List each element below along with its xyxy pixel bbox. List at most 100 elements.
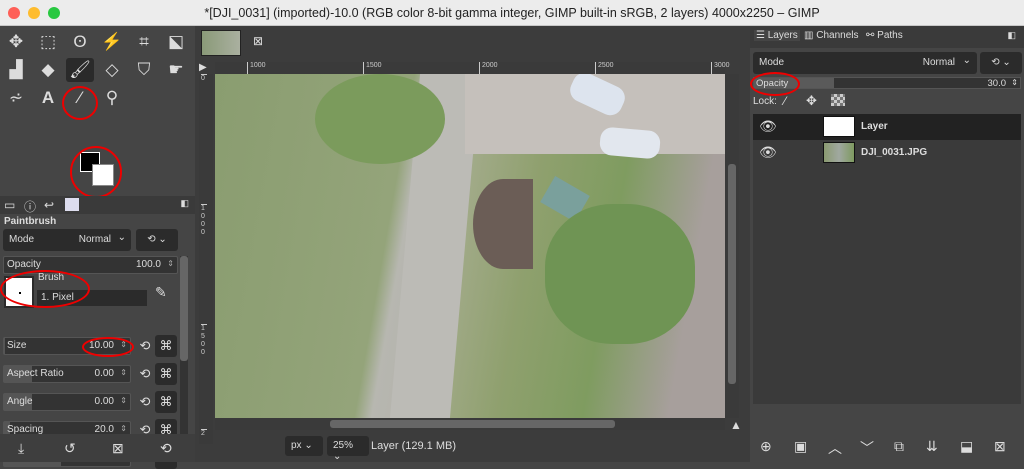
navigate-icon[interactable]: ▲ [730, 418, 742, 432]
unit-select[interactable]: px ⌄ [285, 436, 323, 456]
lower-layer-icon[interactable]: ﹀ [860, 438, 874, 458]
layer-thumbnail [823, 142, 855, 163]
angle-slider[interactable]: Angle 0.00 ⇕ [3, 393, 131, 411]
raise-layer-icon[interactable]: ︿ [828, 438, 842, 458]
bucket-fill-tool-icon[interactable]: ◆ [34, 58, 62, 82]
warp-tool-icon[interactable]: ▟ [2, 58, 30, 82]
spinner-icon[interactable]: ⇕ [120, 424, 127, 433]
ruler-tick-label: 0 [201, 74, 207, 83]
layer-mode-select[interactable]: Mode Normal ⌄ [753, 52, 977, 74]
opacity-value: 100.0 [135, 259, 161, 270]
reset-slider-icon[interactable]: ⟲ [134, 363, 156, 385]
zoom-tool-icon[interactable]: ⚲ [98, 86, 126, 110]
lock-position-icon[interactable]: ✥ [806, 93, 817, 109]
dock-tabs: ▭ ⓘ ↩ ◧ [0, 196, 195, 214]
duplicate-layer-icon[interactable]: ⧉ [894, 438, 904, 455]
slider-label: Aspect Ratio [7, 368, 64, 379]
merge-layer-icon[interactable]: ⇊ [926, 438, 938, 455]
ruler-tick-label: 2 [201, 429, 207, 438]
spinner-icon[interactable]: ⇕ [120, 396, 127, 405]
paintbrush-tool-icon[interactable]: 🖌 [66, 58, 94, 82]
horizontal-ruler[interactable]: 1000 1500 2000 2500 3000 [215, 62, 730, 74]
lasso-tool-icon[interactable]: ʘ [66, 30, 94, 54]
image-tab-thumbnail[interactable] [201, 30, 241, 56]
eraser-tool-icon[interactable]: ◇ [98, 58, 126, 82]
options-scrollbar[interactable] [180, 256, 188, 441]
dock-menu-icon[interactable]: ◧ [1007, 30, 1016, 41]
text-tool-icon[interactable]: A [34, 86, 62, 110]
lock-alpha-icon[interactable] [831, 94, 845, 106]
spinner-icon[interactable]: ⇕ [120, 368, 127, 377]
dock-menu-icon[interactable]: ◧ [180, 198, 189, 209]
tab-channels[interactable]: ▥ Channels [804, 30, 859, 41]
link-to-device-icon[interactable]: ⌘ [155, 363, 177, 385]
quick-mask-toggle-icon[interactable]: ▶ [199, 62, 207, 73]
smudge-tool-icon[interactable]: ☛ [162, 58, 190, 82]
layers-dock: ☰ Layers ▥ Channels ⚯ Paths ◧ Mode Norma… [750, 26, 1024, 462]
zoom-window-button[interactable] [48, 7, 60, 19]
delete-layer-icon[interactable]: ⊠ [994, 438, 1006, 455]
rect-select-tool-icon[interactable]: ⬚ [34, 30, 62, 54]
annotation-circle [750, 72, 800, 96]
close-image-tab-icon[interactable]: ⊠ [253, 34, 263, 48]
slider-label: Size [7, 340, 27, 351]
lock-pixels-icon[interactable]: ⁄ [784, 94, 786, 108]
new-layer-group-icon[interactable]: ▣ [794, 438, 807, 455]
clone-tool-icon[interactable]: ⛉ [130, 58, 158, 82]
edit-brush-icon[interactable]: ✎ [155, 284, 167, 301]
layer-mode-value: Normal [922, 57, 955, 68]
slider-value: 0.00 [94, 368, 114, 379]
horizontal-scrollbar[interactable] [215, 418, 725, 430]
mode-label: Mode [9, 234, 35, 245]
window-title: *[DJI_0031] (imported)-10.0 (RGB color 8… [204, 6, 820, 20]
unit-value: px [291, 440, 302, 451]
tool-options-tab-icon[interactable]: ▭ [4, 198, 15, 212]
tab-layers[interactable]: ☰ Layers [754, 30, 800, 41]
paths-tool-icon[interactable]: ⩫ [2, 86, 30, 110]
save-options-icon[interactable]: ⤓ [18, 440, 24, 457]
layer-mode-label: Mode [759, 57, 785, 68]
reset-slider-icon[interactable]: ⟲ [134, 335, 156, 357]
layer-thumbnail [823, 116, 855, 137]
layer-name: DJI_0031.JPG [861, 147, 928, 158]
canvas-image[interactable] [215, 74, 725, 418]
transform-tool-icon[interactable]: ⬕ [162, 30, 190, 54]
reset-layer-mode-button[interactable]: ⟲ ⌄ [980, 52, 1022, 74]
spinner-icon[interactable]: ⇕ [1011, 78, 1018, 87]
images-tab-icon[interactable] [65, 198, 79, 211]
restore-options-icon[interactable]: ↺ [64, 440, 76, 457]
title-bar: *[DJI_0031] (imported)-10.0 (RGB color 8… [0, 0, 1024, 26]
zoom-value: 25% [333, 440, 354, 451]
link-to-device-icon[interactable]: ⌘ [155, 391, 177, 413]
mode-select[interactable]: Mode Normal ⌄ [3, 229, 131, 251]
layer-mask-icon[interactable]: ⬓ [960, 438, 973, 455]
vertical-scrollbar[interactable] [725, 74, 739, 418]
ruler-tick-label: 1000 [201, 204, 207, 237]
image-window: ⊠ 1000 1500 2000 2500 3000 0 1000 1500 2 ▶ ▲ px… [195, 26, 750, 462]
undo-history-tab-icon[interactable]: ↩ [44, 198, 54, 212]
close-window-button[interactable] [8, 7, 20, 19]
link-to-device-icon[interactable]: ⌘ [155, 335, 177, 357]
reset-options-icon[interactable]: ⟲ [160, 440, 172, 457]
minimize-window-button[interactable] [28, 7, 40, 19]
fuzzy-select-tool-icon[interactable]: ⚡ [98, 30, 126, 54]
spinner-icon[interactable]: ⇕ [167, 259, 174, 268]
reset-slider-icon[interactable]: ⟲ [134, 391, 156, 413]
layer-opacity-value: 30.0 [987, 78, 1007, 89]
delete-options-icon[interactable]: ⊠ [112, 440, 124, 457]
ruler-tick-label: 1500 [201, 324, 207, 357]
device-status-tab-icon[interactable]: ⓘ [24, 198, 36, 215]
zoom-select[interactable]: 25% ⌄ [327, 436, 369, 462]
move-tool-icon[interactable]: ✥ [2, 30, 30, 54]
reset-mode-button[interactable]: ⟲ ⌄ [136, 229, 178, 251]
layer-row[interactable]: 👁 DJI_0031.JPG [753, 140, 1021, 166]
annotation-circle [70, 146, 122, 198]
eye-icon[interactable]: 👁 [759, 144, 777, 161]
crop-tool-icon[interactable]: ⌗ [130, 30, 158, 54]
new-layer-icon[interactable]: ⊕ [760, 438, 772, 455]
eye-icon[interactable]: 👁 [759, 118, 777, 135]
tab-paths[interactable]: ⚯ Paths [866, 30, 903, 41]
aspect-ratio-slider[interactable]: Aspect Ratio 0.00 ⇕ [3, 365, 131, 383]
vertical-ruler[interactable]: 0 1000 1500 2 [199, 74, 213, 444]
layer-row[interactable]: 👁 Layer [753, 114, 1021, 140]
